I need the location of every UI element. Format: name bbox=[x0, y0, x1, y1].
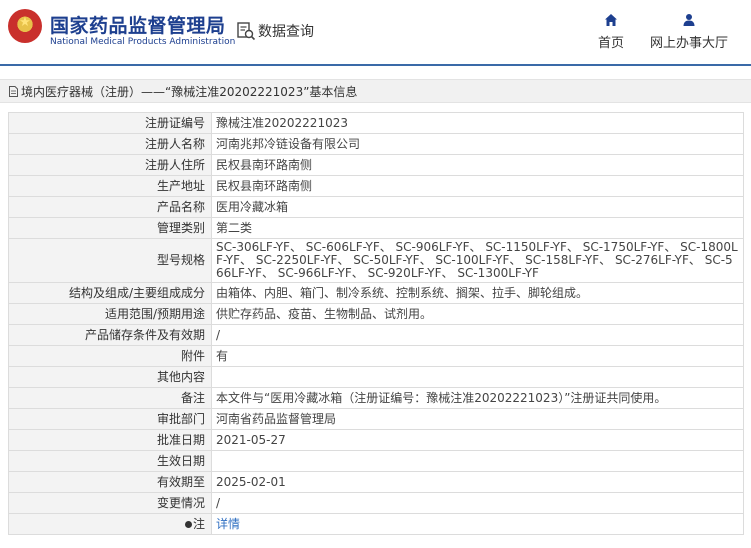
row-label: 生效日期 bbox=[8, 450, 212, 472]
nav-home[interactable]: 首页 bbox=[598, 13, 624, 51]
row-value: SC-306LF-YF、 SC-606LF-YF、 SC-906LF-YF、 S… bbox=[211, 238, 744, 283]
table-row: 注册人住所 民权县南环路南侧 bbox=[8, 154, 744, 176]
table-row: 产品储存条件及有效期 / bbox=[8, 324, 744, 346]
table-row: 结构及组成/主要组成成分 由箱体、内胆、箱门、制冷系统、控制系统、搁架、拉手、脚… bbox=[8, 282, 744, 304]
data-query-label: 数据查询 bbox=[258, 24, 314, 40]
row-value: / bbox=[211, 324, 744, 346]
row-label: 产品名称 bbox=[8, 196, 212, 218]
document-search-icon bbox=[237, 22, 256, 41]
row-label: 附件 bbox=[8, 345, 212, 367]
table-row: 生效日期 bbox=[8, 450, 744, 472]
row-value bbox=[211, 450, 744, 472]
table-row: 管理类别 第二类 bbox=[8, 217, 744, 239]
emblem-star-icon: ★ bbox=[19, 15, 31, 30]
nav-online-label: 网上办事大厅 bbox=[650, 36, 729, 51]
table-row: 适用范围/预期用途 供贮存药品、疫苗、生物制品、试剂用。 bbox=[8, 303, 744, 325]
brand-title[interactable]: 国家药品监督管理局 bbox=[50, 11, 226, 38]
breadcrumb: 境内医疗器械（注册）——“豫械注准20202221023”基本信息 bbox=[0, 79, 751, 103]
row-value: 豫械注准20202221023 bbox=[211, 112, 744, 134]
row-label: 其他内容 bbox=[8, 366, 212, 388]
row-label: 注册证编号 bbox=[8, 112, 212, 134]
row-value: 有 bbox=[211, 345, 744, 367]
emblem-logo: ★ bbox=[8, 9, 42, 43]
nav-online-service[interactable]: 网上办事大厅 bbox=[650, 13, 728, 51]
document-icon bbox=[9, 85, 18, 97]
row-value: 河南省药品监督管理局 bbox=[211, 408, 744, 430]
row-value: 民权县南环路南侧 bbox=[211, 175, 744, 197]
row-value: 2021-05-27 bbox=[211, 429, 744, 451]
data-query-link[interactable]: 数据查询 bbox=[236, 20, 314, 42]
row-value bbox=[211, 366, 744, 388]
note-value-cell: 详情 bbox=[211, 513, 744, 535]
row-value: / bbox=[211, 492, 744, 514]
detail-table: 注册证编号 豫械注准20202221023 注册人名称 河南兆邦冷链设备有限公司… bbox=[8, 112, 744, 535]
row-label: 审批部门 bbox=[8, 408, 212, 430]
row-value: 由箱体、内胆、箱门、制冷系统、控制系统、搁架、拉手、脚轮组成。 bbox=[211, 282, 744, 304]
table-row: 批准日期 2021-05-27 bbox=[8, 429, 744, 451]
note-label: 注 bbox=[192, 516, 205, 531]
row-label: 型号规格 bbox=[8, 238, 212, 283]
row-value: 供贮存药品、疫苗、生物制品、试剂用。 bbox=[211, 303, 744, 325]
row-label: 适用范围/预期用途 bbox=[8, 303, 212, 325]
row-label: 变更情况 bbox=[8, 492, 212, 514]
note-label-cell: 注 bbox=[8, 513, 212, 535]
table-row: 注 详情 bbox=[8, 513, 744, 535]
table-row: 产品名称 医用冷藏冰箱 bbox=[8, 196, 744, 218]
row-value: 第二类 bbox=[211, 217, 744, 239]
table-row: 备注 本文件与“医用冷藏冰箱（注册证编号：豫械注准20202221023）”注册… bbox=[8, 387, 744, 409]
user-icon bbox=[683, 14, 695, 26]
row-label: 批准日期 bbox=[8, 429, 212, 451]
table-row: 附件 有 bbox=[8, 345, 744, 367]
row-value: 本文件与“医用冷藏冰箱（注册证编号：豫械注准20202221023）”注册证共同… bbox=[211, 387, 744, 409]
row-value: 2025-02-01 bbox=[211, 471, 744, 493]
row-value: 民权县南环路南侧 bbox=[211, 154, 744, 176]
table-row: 变更情况 / bbox=[8, 492, 744, 514]
row-label: 结构及组成/主要组成成分 bbox=[8, 282, 212, 304]
row-label: 注册人名称 bbox=[8, 133, 212, 155]
row-label: 生产地址 bbox=[8, 175, 212, 197]
brand-subtitle: National Medical Products Administration bbox=[50, 37, 236, 47]
site-header: ★ 国家药品监督管理局 National Medical Products Ad… bbox=[0, 0, 751, 66]
row-label: 有效期至 bbox=[8, 471, 212, 493]
row-label: 产品储存条件及有效期 bbox=[8, 324, 212, 346]
table-row: 型号规格 SC-306LF-YF、 SC-606LF-YF、 SC-906LF-… bbox=[8, 238, 744, 283]
row-label: 备注 bbox=[8, 387, 212, 409]
table-row: 其他内容 bbox=[8, 366, 744, 388]
bullet-icon bbox=[184, 520, 192, 528]
table-row: 审批部门 河南省药品监督管理局 bbox=[8, 408, 744, 430]
table-row: 注册证编号 豫械注准20202221023 bbox=[8, 112, 744, 134]
breadcrumb-text: 境内医疗器械（注册）——“豫械注准20202221023”基本信息 bbox=[21, 84, 358, 99]
table-row: 生产地址 民权县南环路南侧 bbox=[8, 175, 744, 197]
row-label: 注册人住所 bbox=[8, 154, 212, 176]
table-row: 注册人名称 河南兆邦冷链设备有限公司 bbox=[8, 133, 744, 155]
nav-home-label: 首页 bbox=[598, 36, 625, 51]
home-icon bbox=[605, 14, 617, 26]
table-row: 有效期至 2025-02-01 bbox=[8, 471, 744, 493]
row-value: 医用冷藏冰箱 bbox=[211, 196, 744, 218]
row-label: 管理类别 bbox=[8, 217, 212, 239]
details-link[interactable]: 详情 bbox=[216, 517, 240, 531]
row-value: 河南兆邦冷链设备有限公司 bbox=[211, 133, 744, 155]
